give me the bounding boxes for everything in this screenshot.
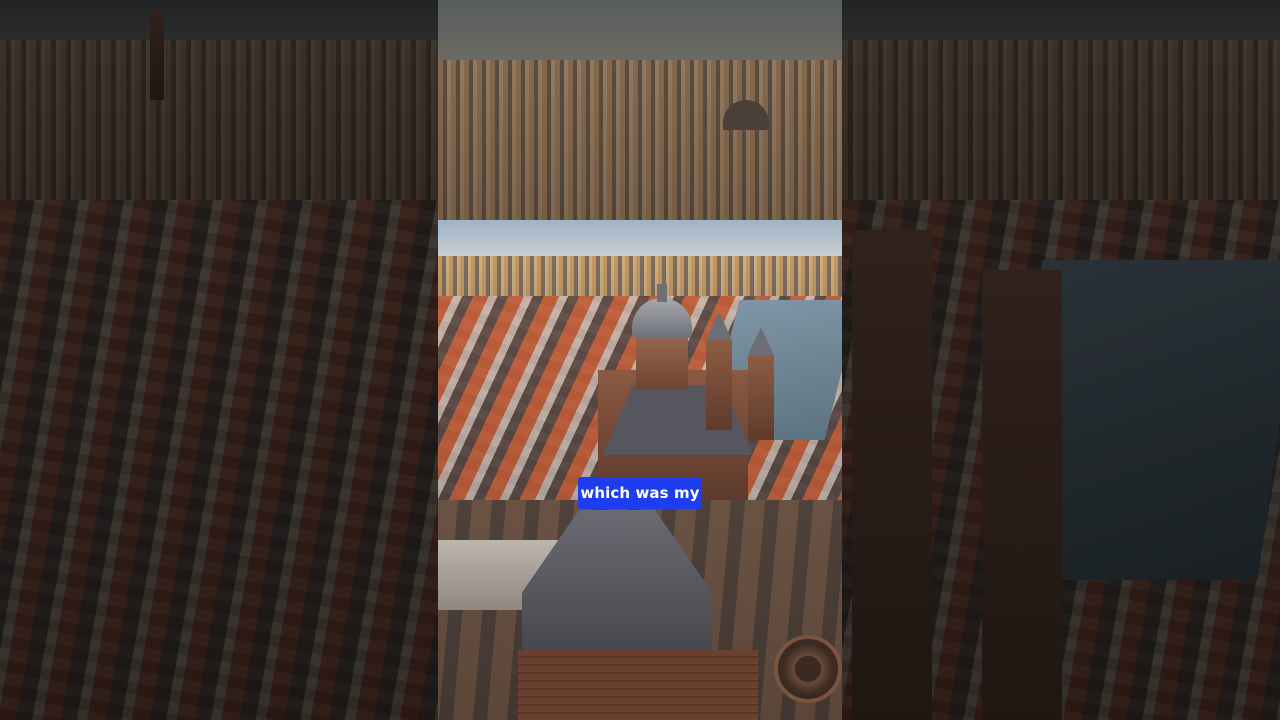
blurred-background-right [842,0,1280,720]
aerial-city-lower [438,500,842,720]
rose-window [774,635,842,703]
video-column [438,0,842,720]
video-frame[interactable]: which was my [0,0,1280,720]
video-caption: which was my [578,477,702,509]
basilica-tower-right [748,355,774,440]
aerial-city-upper [438,0,842,220]
basilica-tower-left [706,340,732,430]
aerial-city-main-shot [438,220,842,500]
blurred-background-left [0,0,438,720]
